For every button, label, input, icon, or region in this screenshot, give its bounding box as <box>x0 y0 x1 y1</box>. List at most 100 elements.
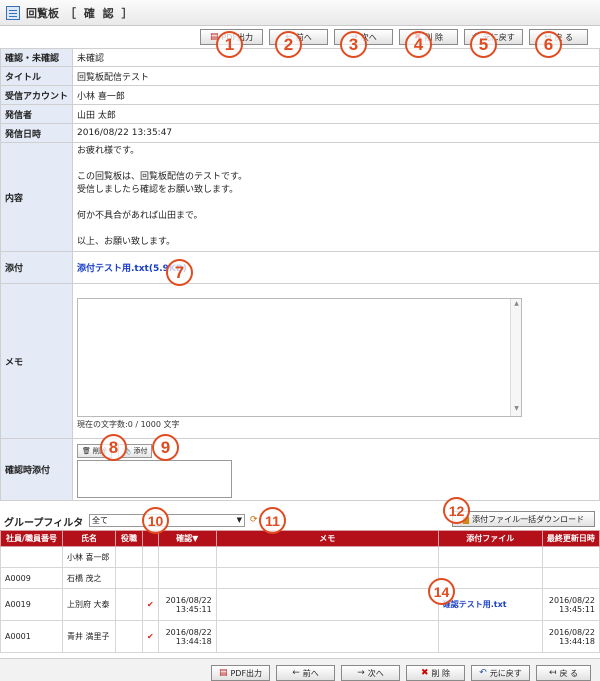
prev-label: 前へ <box>302 668 319 678</box>
row-id <box>0 546 63 568</box>
bulk-download-button[interactable]: ▆ 添付ファイル一括ダウンロード <box>452 511 595 527</box>
group-filter-label: グループフィルタ <box>4 518 84 529</box>
next-label: 次へ <box>360 32 377 42</box>
back-button-bottom[interactable]: ↤ 戻 る <box>536 665 591 681</box>
check-icon: ✔ <box>142 588 159 621</box>
scroll-up-icon[interactable]: ▲ <box>511 300 522 310</box>
row-check <box>142 567 159 589</box>
row-updated: 2016/08/22 13:45:11 <box>541 588 600 621</box>
sender-value: 山田 太郎 <box>72 104 600 124</box>
updated-date: 2016/08/22 <box>548 627 595 637</box>
restore-button-bottom[interactable]: ↶ 元に戻す <box>471 665 530 681</box>
row-role <box>115 588 143 621</box>
row-name: 石橋 茂之 <box>62 567 116 589</box>
row-memo <box>215 546 439 568</box>
next-button-bottom[interactable]: → 次へ <box>341 665 400 681</box>
confirm-time: 13:45:11 <box>175 604 212 614</box>
pdf-button[interactable]: ▤ PDF出力 <box>200 29 263 45</box>
title-label: タイトル <box>0 66 73 86</box>
row-name: 上別府 大泰 <box>62 588 116 621</box>
table-row: 小林 喜一郎 <box>0 546 600 568</box>
group-filter-select[interactable]: 全て ▼ <box>89 514 245 527</box>
col-updated[interactable]: 最終更新日時 <box>541 530 600 547</box>
memo-textarea[interactable]: ▲ ▼ <box>77 298 522 417</box>
delete-button[interactable]: ✖ 削 除 <box>399 29 458 45</box>
board-icon <box>6 5 20 20</box>
confirm-date: 2016/08/22 <box>165 627 212 637</box>
row-role <box>115 620 143 653</box>
row-memo <box>215 588 439 621</box>
content-line: 受信しましたら確認をお願い致します。 <box>77 185 239 195</box>
row-memo <box>215 567 439 589</box>
table-row: A0001 青井 満里子 ✔ 2016/08/22 13:44:18 2016/0… <box>0 620 600 653</box>
confirm-file-link[interactable]: 確認テスト用.txt <box>443 600 507 609</box>
row-updated: 2016/08/22 13:44:18 <box>541 620 600 653</box>
detail-table: 確認・未確認 未確認 タイトル 回覧板配信テスト 受信アカウント 小林 喜一郎 発信者… <box>0 48 600 501</box>
content-line <box>77 223 595 236</box>
content-line <box>77 197 595 210</box>
row-id: A0019 <box>0 588 63 621</box>
pdf-label: PDF出力 <box>221 32 254 42</box>
row-confirm: 2016/08/22 13:45:11 <box>157 588 217 621</box>
col-check <box>142 530 159 547</box>
recipient-table: 社員/職員番号 氏名 役職 確認▼ メモ 添付ファイル 最終更新日時 小林 喜一… <box>0 530 600 653</box>
pdf-button-bottom[interactable]: ▤ PDF出力 <box>211 665 270 681</box>
row-id: A0001 <box>0 620 63 653</box>
row-confirm: 2016/08/22 13:44:18 <box>157 620 217 653</box>
table-row: A0019 上別府 大泰 ✔ 2016/08/22 13:45:11 確認テスト用… <box>0 588 600 621</box>
attach-delete-button[interactable]: 🗑 削除 <box>77 443 112 458</box>
updated-time: 13:45:11 <box>559 604 595 614</box>
prev-button-bottom[interactable]: ← 前へ <box>276 665 335 681</box>
memo-label: メモ <box>0 283 73 439</box>
col-id[interactable]: 社員/職員番号 <box>0 530 63 547</box>
row-name: 青井 満里子 <box>62 620 116 653</box>
top-toolbar: ▤ PDF出力 ← 前へ → 次へ ✖ 削 除 ↶ 元に戻す ↤ 戻 る <box>200 29 588 45</box>
col-file[interactable]: 添付ファイル <box>437 530 543 547</box>
arrow-left-icon: ← <box>285 32 293 42</box>
row-role <box>115 567 143 589</box>
group-filter-value: 全て <box>92 516 108 525</box>
account-label: 受信アカウント <box>0 85 73 105</box>
delete-button-bottom[interactable]: ✖ 削 除 <box>406 665 465 681</box>
attach-add-label: 添付 <box>133 446 148 455</box>
chevron-down-icon: ▼ <box>236 516 242 524</box>
col-memo[interactable]: メモ <box>215 530 439 547</box>
table-row: A0009 石橋 茂之 <box>0 567 600 589</box>
back-button[interactable]: ↤ 戻 る <box>529 29 588 45</box>
next-button[interactable]: → 次へ <box>334 29 393 45</box>
scroll-down-icon[interactable]: ▼ <box>511 405 522 415</box>
refresh-icon[interactable]: ⟳ <box>250 515 258 525</box>
back-label: 戻 る <box>554 32 574 42</box>
confirm-time: 13:44:18 <box>175 636 212 646</box>
row-file <box>437 620 543 653</box>
title-value: 回覧板配信テスト <box>72 66 600 86</box>
title-bar: 回覧板 ［ 確 認 ］ <box>0 0 600 26</box>
updated-time: 13:44:18 <box>559 636 595 646</box>
col-confirm[interactable]: 確認▼ <box>157 530 217 547</box>
memo-scrollbar[interactable]: ▲ ▼ <box>510 299 521 416</box>
memo-counter: 現在の文字数:0 / 1000 文字 <box>77 420 180 429</box>
col-name[interactable]: 氏名 <box>62 530 116 547</box>
row-confirm <box>157 546 217 568</box>
date-label: 発信日時 <box>0 123 73 143</box>
content-line: 何か不具合があれば山田まで。 <box>77 211 203 221</box>
check-icon: ✔ <box>142 620 159 653</box>
confirm-attach-box[interactable] <box>77 459 232 498</box>
x-icon: ✖ <box>420 668 429 678</box>
attachment-link[interactable]: 添付テスト用.txt(5.9KB) <box>77 264 187 274</box>
row-file <box>437 546 543 568</box>
col-role[interactable]: 役職 <box>115 530 143 547</box>
row-id: A0009 <box>0 567 63 589</box>
restore-button[interactable]: ↶ 元に戻す <box>464 29 523 45</box>
status-value: 未確認 <box>72 48 600 67</box>
confirm-attach-label: 確認時添付 <box>0 438 73 501</box>
row-updated <box>541 546 600 568</box>
confirm-date: 2016/08/22 <box>165 595 212 605</box>
content-line: お疲れ様です。 <box>77 146 140 156</box>
restore-label: 元に戻す <box>489 668 522 678</box>
sender-label: 発信者 <box>0 104 73 124</box>
row-file: 確認テスト用.txt <box>437 588 543 621</box>
attach-add-button[interactable]: 📎 添付 <box>117 443 153 458</box>
account-value: 小林 喜一郎 <box>72 85 600 105</box>
prev-button[interactable]: ← 前へ <box>269 29 328 45</box>
